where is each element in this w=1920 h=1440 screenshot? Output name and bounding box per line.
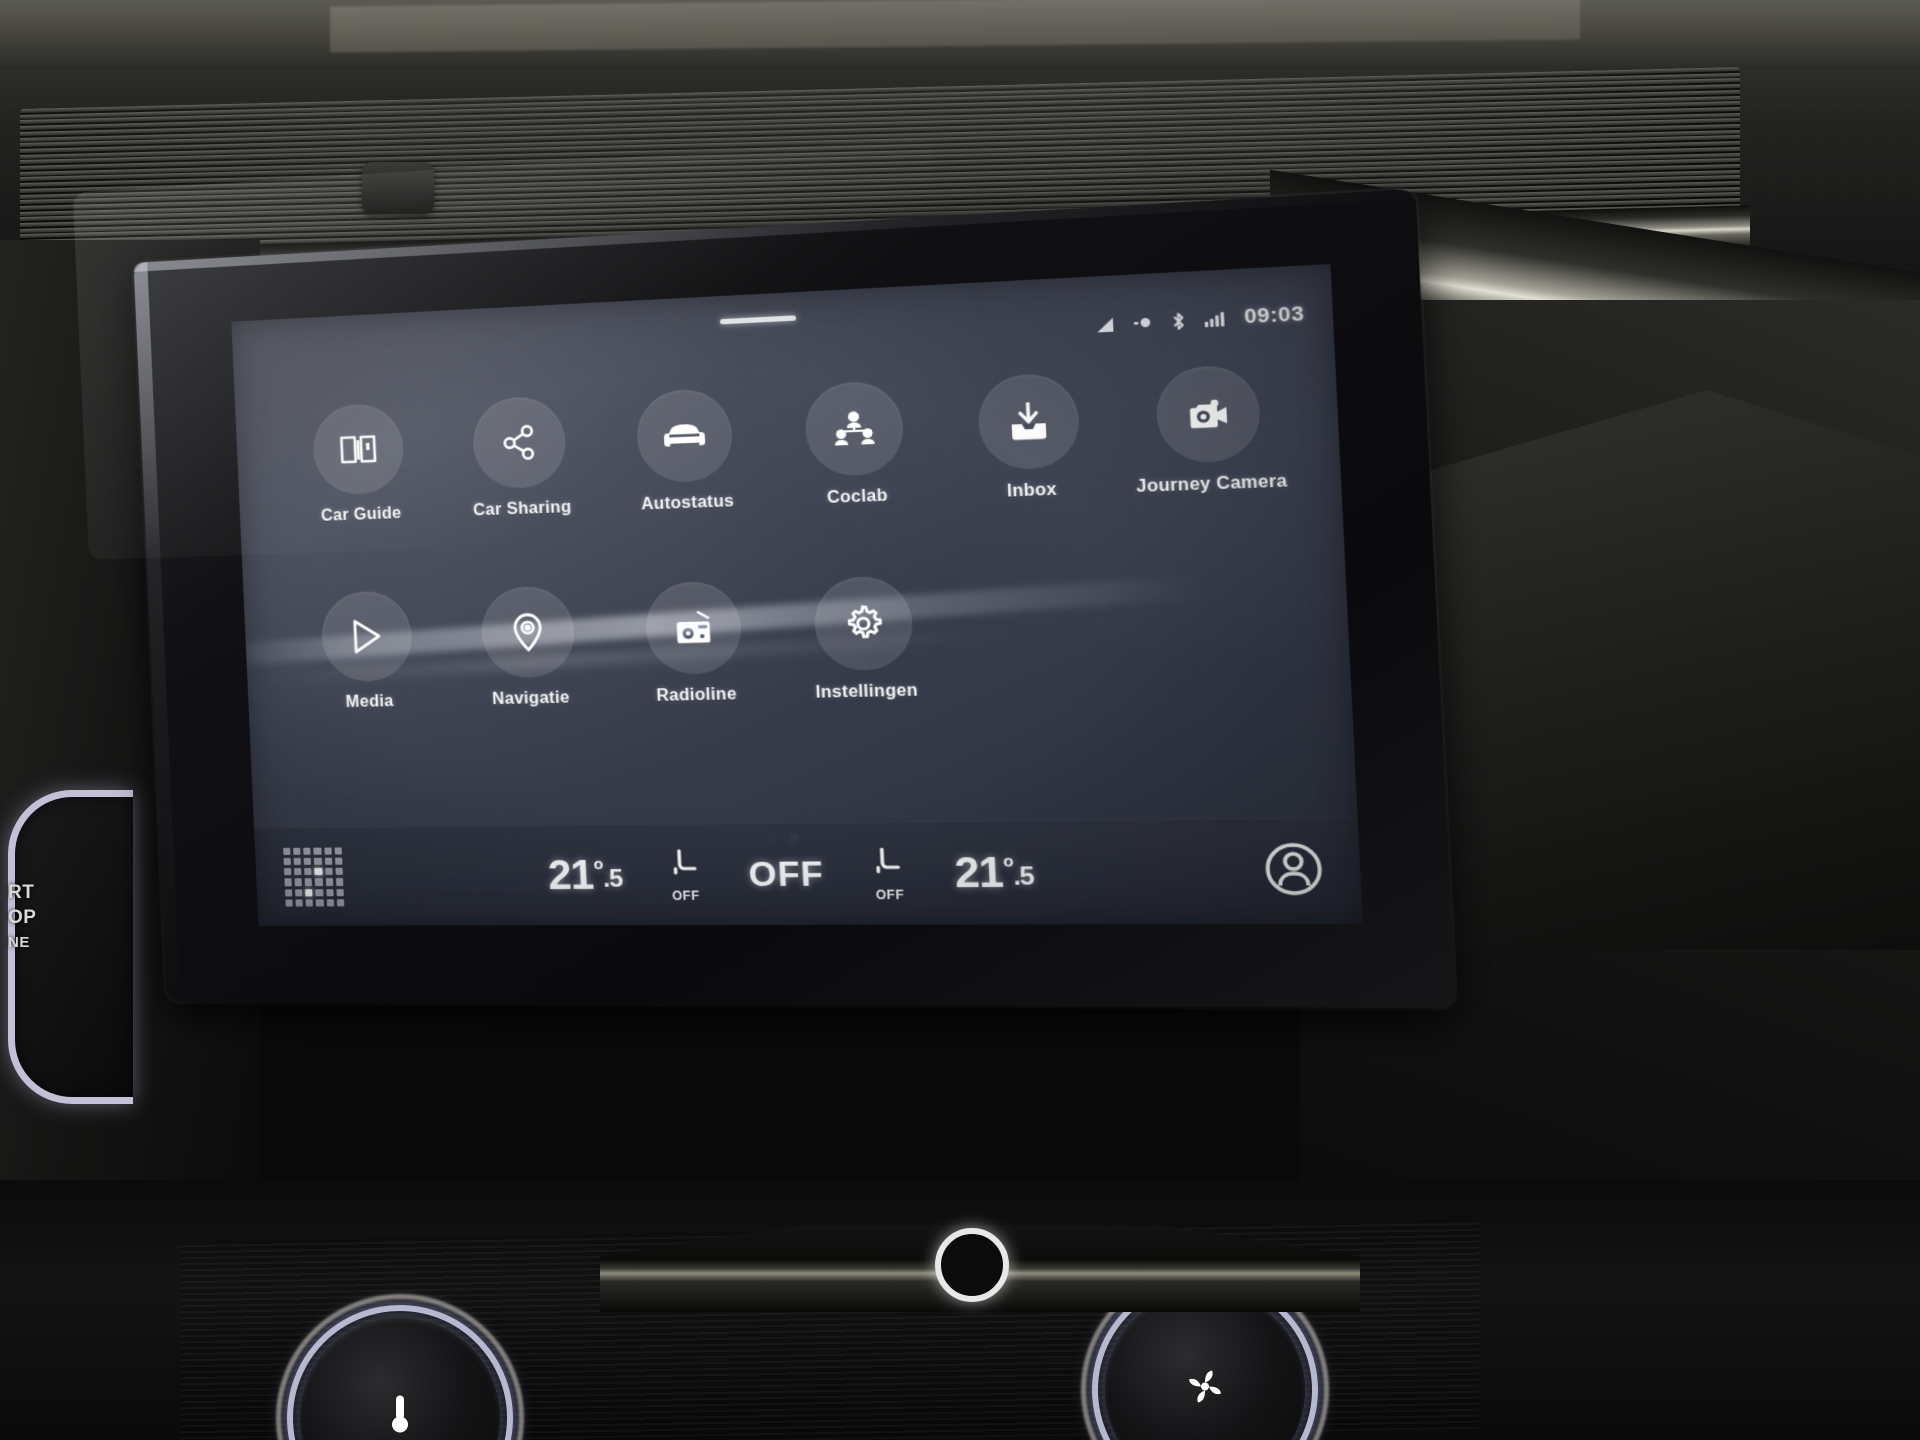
fan-knob-right[interactable] — [1092, 1277, 1318, 1440]
camera-icon — [1185, 396, 1231, 433]
fan-state[interactable]: OFF — [748, 854, 825, 894]
people-network-icon — [832, 409, 876, 449]
app-label: Radioline — [655, 685, 738, 706]
passenger-temp-degree: o — [1002, 852, 1013, 871]
app-instellingen[interactable]: Instellingen — [776, 574, 954, 703]
location-pin-icon — [510, 611, 545, 653]
passenger-temperature[interactable]: 21 o .5 — [954, 849, 1035, 898]
app-icon-bubble — [319, 590, 414, 683]
start-stop-engine-label: RT OP NE — [8, 880, 98, 955]
driver-temperature[interactable]: 21 o .5 — [547, 852, 623, 899]
seat-heater-icon — [873, 845, 904, 884]
start-stop-line-1: RT — [8, 882, 35, 903]
seat-heater-icon — [670, 847, 700, 886]
app-icon-bubble — [976, 372, 1081, 471]
status-bar-clock: 09:03 — [1243, 302, 1305, 329]
round-hazard-button[interactable] — [935, 1228, 1009, 1302]
start-stop-line-2: OP — [8, 907, 37, 928]
app-label: Instellingen — [815, 681, 919, 702]
radio-icon — [673, 609, 713, 648]
app-navigatie[interactable]: Navigatie — [445, 584, 614, 710]
driver-temp-whole: 21 — [547, 852, 595, 898]
app-icon-bubble — [644, 580, 743, 676]
play-icon — [347, 617, 385, 657]
passenger-seat-heater[interactable]: OFF — [873, 845, 905, 902]
driver-seat-heater-state: OFF — [671, 887, 700, 903]
bluetooth-icon — [1171, 311, 1185, 330]
app-icon-bubble — [1154, 364, 1262, 465]
app-label: Autostatus — [640, 492, 735, 514]
infotainment-screen[interactable]: 09:03 Car Guide Car Sharing Autostatus C… — [231, 264, 1363, 926]
passenger-temp-fraction: .5 — [1012, 861, 1035, 891]
app-icon-bubble — [311, 402, 406, 496]
dot-matrix-grid-icon[interactable] — [283, 847, 345, 907]
passenger-seat-heater-state: OFF — [875, 886, 905, 902]
book-icon — [338, 432, 378, 466]
app-icon-bubble — [803, 380, 906, 478]
inbox-download-icon — [1008, 402, 1048, 442]
infotainment-unit: 09:03 Car Guide Car Sharing Autostatus C… — [72, 137, 1457, 1008]
app-icon-bubble — [471, 395, 568, 490]
app-grid: Car Guide Car Sharing Autostatus Coclab … — [235, 361, 1351, 714]
passenger-temp-whole: 21 — [953, 848, 1004, 897]
thermometer-icon — [387, 1393, 413, 1440]
screenshot-root: RT OP NE 09:03 Car Guide Car Sharing Aut… — [0, 0, 1920, 1440]
app-car-sharing[interactable]: Car Sharing — [436, 394, 605, 522]
app-inbox[interactable]: Inbox — [939, 371, 1122, 505]
app-label: Inbox — [1006, 480, 1058, 501]
signal-bars-icon — [1093, 316, 1114, 333]
app-label: Coclab — [826, 487, 889, 508]
climate-controls: 21 o .5 OFF OFF OFF 21 o .5 — [342, 842, 1265, 903]
app-icon-bubble — [479, 585, 577, 679]
air-vent-tab-left[interactable] — [362, 162, 434, 214]
app-label: Journey Camera — [1135, 472, 1288, 497]
share-icon — [499, 423, 538, 462]
app-grid-row-2: Media Navigatie Radioline Instellingen — [244, 563, 1352, 714]
driver-temp-fraction: .5 — [602, 864, 623, 893]
app-coclab[interactable]: Coclab — [766, 378, 944, 510]
pull-down-handle[interactable] — [719, 315, 797, 325]
app-label: Navigatie — [491, 689, 571, 709]
app-journey-camera[interactable]: Journey Camera — [1115, 362, 1303, 498]
fan-icon — [1185, 1367, 1225, 1414]
gear-icon — [841, 603, 885, 644]
app-autostatus[interactable]: Autostatus — [599, 386, 772, 516]
user-profile-icon[interactable] — [1262, 840, 1327, 903]
start-stop-line-3: NE — [8, 934, 30, 951]
temperature-knob-left[interactable] — [287, 1305, 513, 1440]
app-label: Media — [345, 692, 394, 712]
climate-control-bar: 21 o .5 OFF OFF OFF 21 o .5 — [254, 816, 1363, 926]
cellular-signal-icon — [1204, 311, 1225, 328]
no-sim-icon — [1133, 315, 1152, 331]
driver-seat-heater[interactable]: OFF — [670, 847, 700, 903]
app-label: Car Sharing — [472, 498, 572, 520]
app-car-guide[interactable]: Car Guide — [277, 401, 441, 527]
app-grid-row-1: Car Guide Car Sharing Autostatus Coclab … — [235, 361, 1341, 529]
app-radioline[interactable]: Radioline — [608, 580, 782, 707]
app-icon-bubble — [812, 575, 915, 672]
car-icon — [662, 420, 706, 451]
app-media[interactable]: Media — [286, 589, 450, 713]
app-label: Car Guide — [320, 504, 402, 525]
app-icon-bubble — [635, 387, 734, 484]
status-bar: 09:03 — [1093, 303, 1305, 337]
